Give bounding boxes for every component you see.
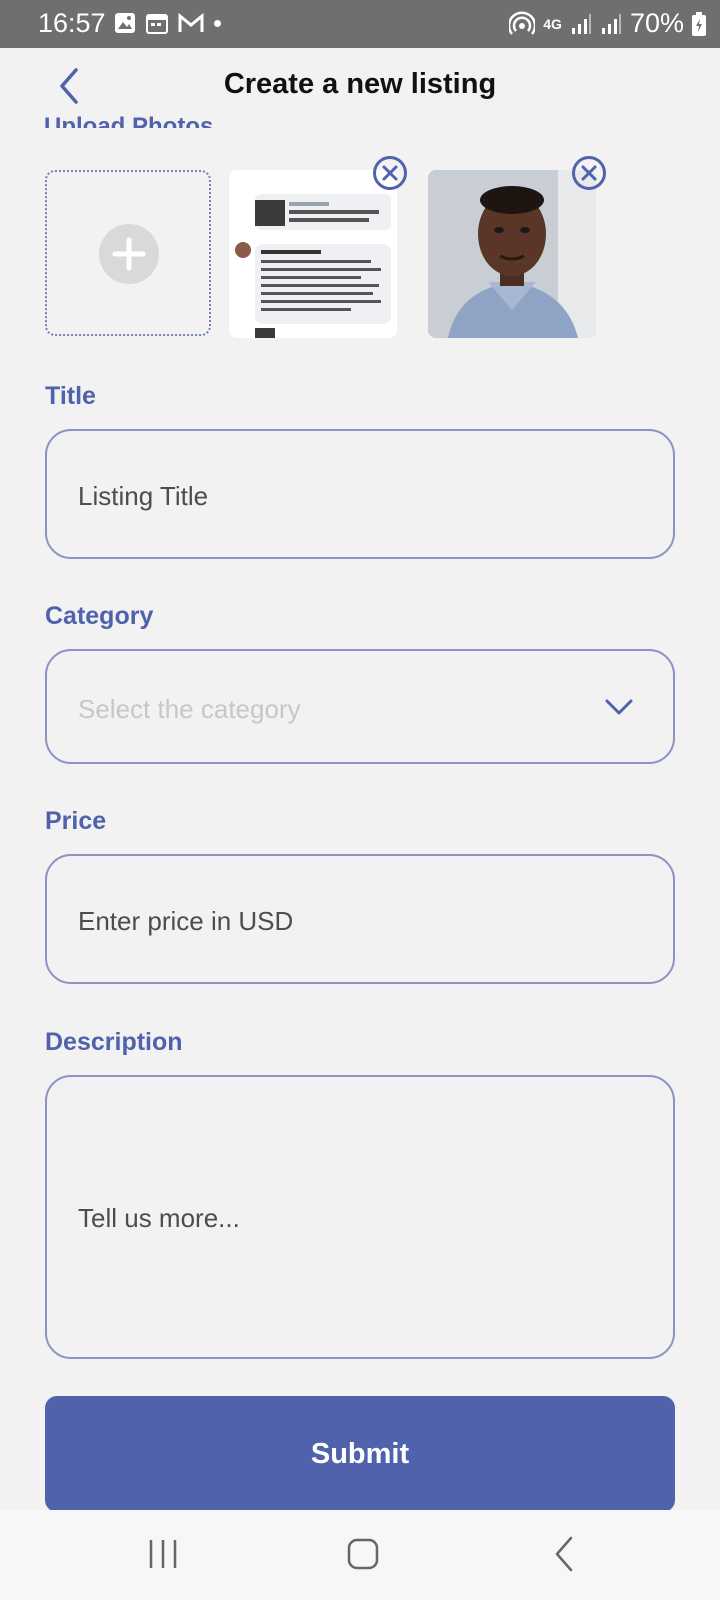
system-back-button[interactable] (545, 1534, 585, 1574)
description-label: Description (45, 1028, 183, 1056)
close-icon (382, 165, 398, 181)
gmail-icon (178, 12, 204, 32)
price-placeholder: Enter price in USD (78, 906, 294, 936)
upload-photos-label: Upload Photos (44, 113, 214, 128)
network-type: 4G (543, 15, 562, 32)
remove-photo-button[interactable] (373, 156, 407, 190)
chevron-down-icon (605, 699, 633, 715)
page-title: Create a new listing (223, 68, 497, 100)
add-photo-button[interactable] (45, 170, 211, 336)
category-label: Category (45, 602, 154, 630)
dot-icon (214, 19, 221, 27)
price-input[interactable]: Enter price in USD (45, 854, 675, 984)
system-nav-bar (0, 1510, 720, 1600)
home-button[interactable] (343, 1534, 383, 1574)
hotspot-icon (509, 10, 536, 35)
status-right: 4G 70% (509, 8, 706, 39)
status-bar: 16:57 4G 70% (0, 0, 720, 48)
close-icon (581, 165, 597, 181)
category-placeholder: Select the category (78, 694, 301, 724)
recent-apps-button[interactable] (143, 1534, 183, 1574)
price-label: Price (45, 807, 107, 835)
title-label: Title (45, 382, 96, 410)
notification-icons (114, 12, 221, 34)
remove-photo-button[interactable] (572, 156, 606, 190)
category-select[interactable]: Select the category (45, 649, 675, 764)
photo-thumbnail[interactable] (229, 170, 397, 338)
submit-label: Submit (310, 1438, 410, 1470)
description-placeholder: Tell us more... (78, 1203, 240, 1233)
calendar-icon (146, 14, 168, 34)
screenshot-image (229, 170, 397, 338)
battery-icon (692, 11, 706, 36)
signal-icon (601, 13, 621, 34)
signal-icon (571, 13, 591, 34)
photo-thumbnail[interactable] (428, 170, 596, 338)
status-time: 16:57 (38, 8, 106, 38)
title-placeholder: Listing Title (78, 481, 209, 511)
battery-percent: 70% (629, 8, 684, 38)
image-icon (115, 13, 135, 33)
description-textarea[interactable]: Tell us more... (45, 1075, 675, 1359)
plus-icon (99, 224, 159, 284)
title-input[interactable]: Listing Title (45, 429, 675, 559)
submit-button[interactable]: Submit (45, 1396, 675, 1512)
portrait-image (428, 170, 596, 338)
